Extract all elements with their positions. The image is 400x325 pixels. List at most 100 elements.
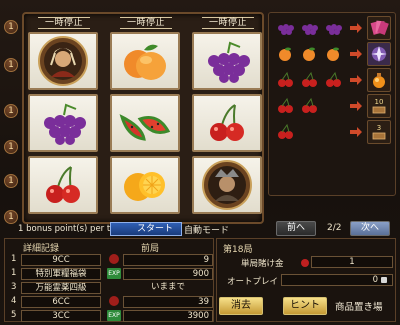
watermelon-icon: [119, 114, 171, 141]
cards-icon: [370, 20, 389, 36]
prize-box-3[interactable]: 3: [367, 120, 391, 144]
cherries-icon: [46, 166, 80, 203]
box-icon: [372, 106, 386, 114]
item-storage-link[interactable]: 商品置き場: [335, 299, 383, 313]
paytable-row: [275, 17, 345, 39]
potion-icon: [373, 73, 385, 88]
arrow-right-icon: [350, 101, 362, 111]
cherries-icon: [210, 104, 244, 141]
record-name: 9CC: [21, 254, 101, 266]
prize-box-10[interactable]: 10: [367, 94, 391, 118]
coin-icon: [301, 259, 309, 267]
line-marker: 1: [4, 58, 18, 72]
record-value: 900: [123, 268, 213, 280]
reel-cell: [110, 156, 180, 214]
prize-gem[interactable]: [367, 42, 391, 66]
record-name: 万能霊薬四級: [21, 282, 101, 294]
record-value: 39: [123, 296, 213, 308]
prev-page-button[interactable]: 前へ: [276, 221, 316, 236]
exp-badge: EXP: [107, 310, 121, 321]
arrow-right-icon: [350, 127, 362, 137]
detail-record-panel: 詳細記録 前局 1 9CC 9 1 特別軍糧福袋 EXP 900 3 万能霊薬四…: [4, 238, 214, 322]
grapes-icon: [44, 103, 86, 145]
slot-game-screen: 1 1 1 1 1 1 一時停止 一時停止 一時停止 10 3 1 bonus …: [0, 0, 400, 325]
record-row: 4 6CC 39: [7, 296, 213, 309]
autoplay-toggle-icon[interactable]: [381, 277, 387, 283]
grapes-icon: [208, 41, 250, 83]
round-title: 第18局: [223, 245, 253, 255]
record-index: 1: [11, 254, 17, 264]
cc-icon: [109, 254, 119, 264]
warrior-medallion-icon: [38, 36, 88, 86]
prize-potion[interactable]: [367, 68, 391, 92]
prize-box-count: 10: [374, 98, 384, 106]
arrow-right-icon: [350, 75, 362, 85]
reel-cell: [110, 94, 180, 152]
reel-cell: [192, 32, 262, 90]
arrow-right-icon: [350, 23, 362, 33]
reel-frame: 一時停止 一時停止 一時停止: [22, 12, 264, 224]
reel-cell: [110, 32, 180, 90]
record-name: 特別軍糧福袋: [21, 268, 101, 280]
reel-cell: [28, 156, 98, 214]
prize-cards[interactable]: [367, 16, 391, 40]
paytable-row: [275, 121, 297, 143]
autoplay-input[interactable]: 0: [281, 274, 393, 286]
record-row: 1 特別軍糧福袋 EXP 900: [7, 268, 213, 281]
grapes-icon: [278, 24, 342, 35]
next-page-button[interactable]: 次へ: [350, 221, 390, 236]
bonus-points-text: 1 bonus point(s) per tim: [18, 224, 121, 234]
line-marker: 1: [4, 174, 18, 188]
page-indicator: 2/2: [327, 223, 342, 233]
record-row: 5 3CC EXP 3900: [7, 310, 213, 323]
record-name: 6CC: [21, 296, 101, 308]
record-name: 3CC: [21, 310, 101, 322]
magic-gem-icon: [371, 46, 387, 62]
paytable: 10 3: [268, 12, 396, 196]
paytable-row: [275, 43, 345, 65]
exp-badge: EXP: [107, 268, 121, 279]
autoplay-label: オートプレイ: [227, 277, 279, 287]
record-index: 4: [11, 296, 17, 306]
paytable-row: [275, 95, 321, 117]
reel-cell: [192, 156, 262, 214]
record-title: 詳細記録: [23, 244, 60, 254]
warrior-medallion-icon: [202, 160, 252, 210]
clear-button[interactable]: 消去: [219, 297, 263, 315]
record-prev-column: 前局: [141, 244, 160, 254]
record-value: 3900: [123, 310, 213, 322]
line-marker: 1: [4, 210, 18, 224]
bet-label: 単局賭け金: [241, 259, 284, 269]
auto-mode-label[interactable]: 自動モード: [184, 223, 229, 236]
record-value: 9: [123, 254, 213, 266]
line-marker: 1: [4, 20, 18, 34]
box-icon: [372, 132, 386, 140]
bet-input[interactable]: 1: [311, 256, 393, 268]
line-marker: 1: [4, 140, 18, 154]
stop-button-reel-2[interactable]: 一時停止: [120, 17, 172, 29]
start-button[interactable]: スタート: [110, 222, 182, 236]
record-index: 1: [11, 268, 17, 278]
prize-box-count: 3: [376, 124, 382, 132]
record-row: 1 9CC 9: [7, 254, 213, 267]
hint-button[interactable]: ヒント: [283, 297, 327, 315]
reel-cell: [28, 94, 98, 152]
orange-icon: [124, 172, 165, 201]
line-marker: 1: [4, 104, 18, 118]
arrow-right-icon: [350, 49, 362, 59]
cherries-icon: [278, 71, 341, 87]
round-panel: 第18局 単局賭け金 1 オートプレイ 0 消去 ヒント 商品置き場: [216, 238, 396, 322]
reel-cell: [28, 32, 98, 90]
record-index: 5: [11, 310, 17, 320]
stop-button-reel-1[interactable]: 一時停止: [38, 17, 90, 29]
record-history-label: いままで: [150, 282, 185, 292]
cc-icon: [109, 296, 119, 306]
record-row: 3 万能霊薬四級 いままで: [7, 282, 213, 295]
stop-button-reel-3[interactable]: 一時停止: [202, 17, 254, 29]
cherries-icon: [278, 123, 293, 139]
record-index: 3: [11, 282, 17, 292]
peach-icon: [279, 47, 339, 61]
cherries-icon: [278, 97, 317, 113]
paytable-row: [275, 69, 345, 91]
peach-icon: [124, 44, 166, 80]
